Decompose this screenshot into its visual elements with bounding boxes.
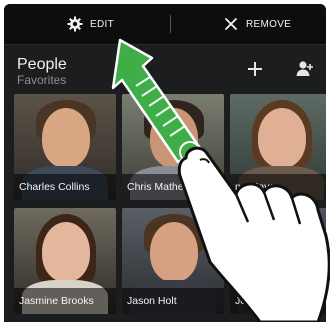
contact-name: Jerome Will — [230, 288, 326, 314]
widget-subtitle: Favorites — [17, 73, 67, 87]
action-divider — [170, 15, 171, 33]
widget-title: People — [17, 56, 67, 73]
contacts-button[interactable] — [294, 60, 316, 82]
edit-label: EDIT — [90, 18, 114, 30]
contact-card[interactable]: Jerome Will — [230, 208, 326, 314]
gear-icon — [66, 15, 84, 33]
remove-label: REMOVE — [246, 18, 292, 30]
contact-card[interactable]: Jason Holt — [122, 208, 224, 314]
contact-name: Jason Holt — [122, 288, 224, 314]
face — [42, 222, 90, 282]
favorites-grid: Charles Collins Chris Mathew na Mayer Ja… — [14, 94, 326, 322]
contact-name: Chris Mathew — [122, 174, 224, 200]
close-icon — [222, 15, 240, 33]
contacts-icon — [295, 59, 315, 84]
face — [258, 108, 306, 168]
face — [150, 108, 198, 168]
contact-name: Jasmine Brooks — [14, 288, 116, 314]
plus-icon — [246, 60, 264, 83]
people-widget-header: People Favorites — [4, 44, 326, 92]
contact-card[interactable]: Charles Collins — [14, 94, 116, 200]
contact-name: na Mayer — [230, 174, 326, 200]
contact-card[interactable]: Jasmine Brooks — [14, 208, 116, 314]
face — [258, 222, 306, 282]
edit-button[interactable]: EDIT — [66, 4, 114, 44]
face — [42, 108, 90, 168]
add-contact-button[interactable] — [244, 60, 266, 82]
action-bar: EDIT REMOVE — [4, 4, 326, 45]
contact-card[interactable]: na Mayer — [230, 94, 326, 200]
phone-screen: EDIT REMOVE People Favorites Charles Col… — [4, 4, 326, 322]
contact-card[interactable]: Chris Mathew — [122, 94, 224, 200]
remove-button[interactable]: REMOVE — [222, 4, 291, 44]
contact-name: Charles Collins — [14, 174, 116, 200]
face — [150, 222, 198, 282]
